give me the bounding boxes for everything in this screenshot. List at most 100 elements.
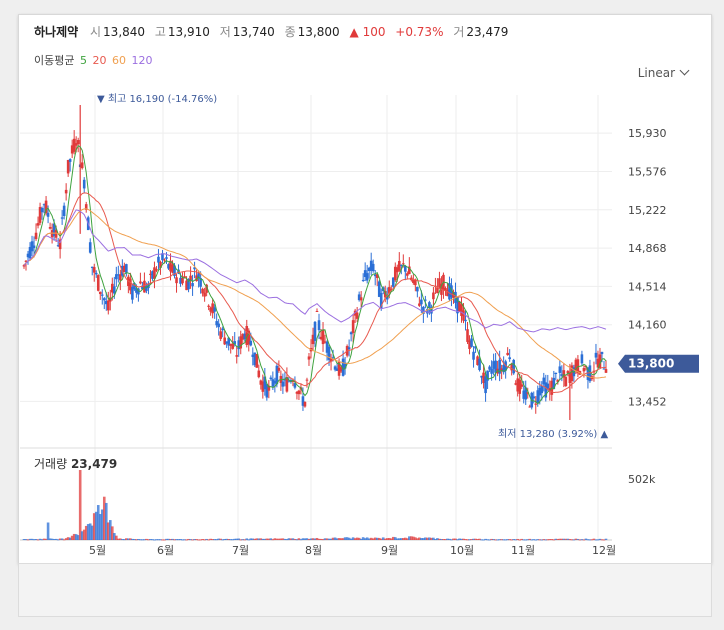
volume-panel-title: 거래량 23,479 <box>34 455 117 472</box>
candle-body <box>351 320 355 333</box>
candle-body <box>66 159 70 174</box>
candle-body <box>558 366 562 373</box>
candle-body <box>315 310 319 312</box>
x-tick-label: 6월 <box>157 544 174 557</box>
open-value: 13,840 <box>103 25 146 39</box>
candle-body <box>36 223 40 226</box>
x-tick-label: 5월 <box>89 544 106 557</box>
candle-body <box>249 340 253 346</box>
chevron-down-icon <box>679 65 690 76</box>
ma-120[interactable]: 120 <box>131 54 152 67</box>
candle-body <box>462 310 465 321</box>
candle-body <box>303 401 307 407</box>
scale-select[interactable]: Linear <box>637 65 690 80</box>
candle-body <box>181 277 184 284</box>
candle-body <box>80 162 84 169</box>
candle-body <box>98 291 102 295</box>
chart-canvas[interactable]: 15,930 15,576 15,222 14,868 14,514 14,160 13,4… <box>0 0 724 630</box>
low-label: 저 <box>219 25 231 39</box>
change-up-icon: ▲ <box>349 25 359 39</box>
candle-body <box>600 351 604 355</box>
candle-body <box>359 297 363 301</box>
candle-body <box>68 159 72 162</box>
ma-20[interactable]: 20 <box>92 54 106 67</box>
y-tick-label: 14,868 <box>628 242 667 255</box>
candle-body <box>100 294 104 296</box>
candle-body <box>62 205 66 217</box>
candle-body <box>361 279 365 281</box>
y-tick-label: 15,222 <box>628 204 667 217</box>
candle-body <box>207 305 210 307</box>
ma-label: 이동평균 <box>34 54 75 67</box>
candle-body <box>76 140 80 145</box>
change-pct: +0.73% <box>395 25 444 39</box>
candle-body <box>125 264 128 273</box>
y-tick-label: 14,160 <box>628 319 667 332</box>
candle-body <box>217 323 220 328</box>
candle-body <box>532 396 536 399</box>
candle-body <box>165 257 168 259</box>
candle-body <box>594 352 598 358</box>
volume-panel-value: 23,479 <box>70 457 118 471</box>
candle-body <box>32 245 36 248</box>
candle-body <box>46 212 50 217</box>
volume-value: 23,479 <box>466 25 509 39</box>
candle-body <box>506 352 509 356</box>
high-annotation: ▼ 최고 16,190 (-14.76%) <box>97 93 217 105</box>
candle-body <box>163 259 166 261</box>
candle-body <box>520 384 524 387</box>
close-label: 종 <box>284 25 296 39</box>
ma-5[interactable]: 5 <box>80 54 87 67</box>
candle-body <box>466 329 469 342</box>
low-annotation: 최저 13,280 (3.92%) ▲ <box>498 428 608 440</box>
candle-body <box>203 292 206 297</box>
candle-body <box>432 292 435 300</box>
candle-body <box>416 286 419 292</box>
volume-panel-label: 거래량 <box>34 457 68 471</box>
volume-bar <box>604 538 608 540</box>
y-tick-label: 14,514 <box>628 280 667 293</box>
ma-line-5 <box>23 145 607 405</box>
candle-body <box>347 347 351 350</box>
open-label: 시 <box>90 25 102 39</box>
candle-body <box>64 189 68 194</box>
candle-body <box>257 370 261 378</box>
candle-body <box>554 372 558 375</box>
price-badge-label: 13,800 <box>628 357 674 371</box>
y-tick-label: 13,452 <box>628 395 667 408</box>
candle-body <box>604 369 608 373</box>
candle-body <box>397 261 401 271</box>
candle-body <box>155 269 158 271</box>
y-tick-label: 15,930 <box>628 127 667 140</box>
stock-name: 하나제약 <box>34 25 79 39</box>
candle-body <box>355 312 359 319</box>
candle-body <box>297 390 301 395</box>
candle-body <box>307 356 311 360</box>
scale-select-label: Linear <box>637 66 675 80</box>
candle-body <box>219 331 222 339</box>
candle-body <box>313 321 317 341</box>
low-value: 13,740 <box>232 25 275 39</box>
volume-label: 거 <box>453 25 465 39</box>
candle-body <box>102 298 106 301</box>
candle-body <box>60 217 64 219</box>
moving-average-legend: 이동평균 5 20 60 120 <box>34 52 154 68</box>
candle-body <box>88 242 92 253</box>
change-value: 100 <box>362 25 386 39</box>
candle-body <box>399 264 403 266</box>
volume-bar <box>78 470 82 540</box>
candle-body <box>317 320 321 331</box>
ma-60[interactable]: 60 <box>112 54 126 67</box>
candle-body <box>534 403 538 405</box>
candle-body <box>34 232 38 240</box>
x-tick-label: 12월 <box>592 544 616 557</box>
candle-body <box>175 277 178 284</box>
candle-body <box>546 383 550 389</box>
candle-body <box>470 338 473 347</box>
candle-body <box>428 302 431 308</box>
candle-body <box>82 179 86 189</box>
candle-body <box>420 299 423 305</box>
candle-body <box>92 267 96 273</box>
candle-body <box>508 357 511 360</box>
x-tick-label: 10월 <box>450 544 474 557</box>
